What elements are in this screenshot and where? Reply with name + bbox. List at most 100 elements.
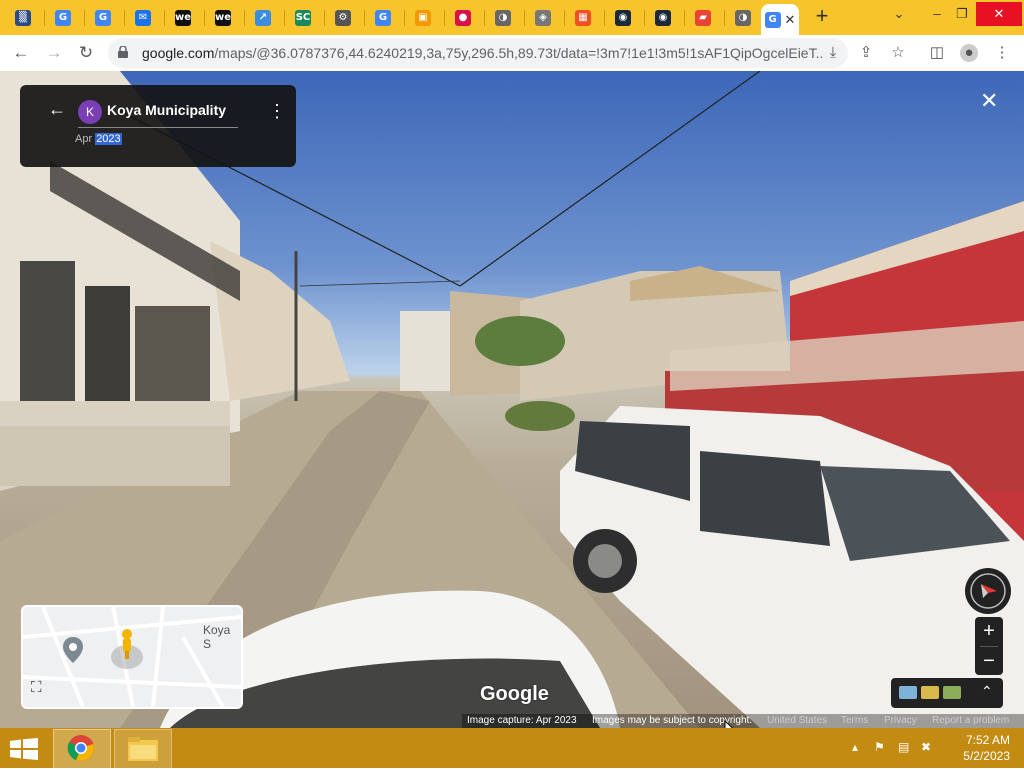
report-problem-link[interactable]: Report a problem [932,715,1009,726]
browser-tab[interactable]: ↗ [246,4,280,31]
browser-tab[interactable]: ◑ [726,4,760,31]
browser-tab[interactable]: ◑ [486,4,520,31]
clock-date: 5/2/2023 [963,749,1010,763]
imagery-thumbnails[interactable]: ⌃ [891,678,1003,708]
zoom-in-button[interactable]: + [975,617,1003,645]
privacy-link[interactable]: Privacy [884,715,917,726]
active-tab[interactable]: G ✕ [761,4,799,35]
map-tab-icon: ▣ [415,9,431,26]
street-view-panorama[interactable]: ← K Koya Municipality Apr 2023 ⋮ ✕ Koya … [0,71,1024,728]
tab-separator [84,10,85,26]
browser-tab[interactable]: ◉ [646,4,680,31]
tab-separator [444,10,445,26]
close-streetview-button[interactable]: ✕ [980,90,998,112]
network-icon[interactable]: ▤ [898,740,909,754]
tab-separator [284,10,285,26]
attribution-bar: Image capture: Apr 2023 Images may be su… [462,714,1024,728]
bookmark-star-icon[interactable]: ☆ [889,44,907,62]
url-text[interactable]: google.com/maps/@36.0787376,44.6240219,3… [142,45,822,61]
clock-time: 7:52 AM [965,733,1010,747]
system-clock[interactable]: 7:52 AM 5/2/2023 [940,732,1010,764]
tab-separator [204,10,205,26]
browser-tab[interactable]: G [86,4,120,31]
terms-link[interactable]: Terms [841,715,868,726]
forward-button[interactable]: → [43,43,65,63]
tab-separator [364,10,365,26]
browser-tab[interactable]: ▦ [566,4,600,31]
close-window-button[interactable]: ✕ [976,2,1022,26]
capture-date-selector[interactable]: Apr 2023 [75,133,122,145]
steam-icon: ◉ [655,9,671,26]
address-bar[interactable]: google.com/maps/@36.0787376,44.6240219,3… [108,38,848,68]
download-icon[interactable]: ⤓ [824,44,842,62]
browser-tab[interactable]: ▒ [6,4,40,31]
minimap[interactable]: Koya S ⛶ [21,605,243,709]
browser-tab[interactable]: ● [446,4,480,31]
profile-avatar[interactable]: ● [960,44,978,62]
location-title[interactable]: Koya Municipality [107,102,226,118]
we-icon: we [215,9,231,26]
browser-tab-strip: ▒ G G ✉ we we ↗ SC ⚙ G ▣ ● ◑ ◈ ▦ ◉ ◉ ▰ ◑ G ✕ + ⌄ – ❐ ✕ [0,0,1024,35]
show-hidden-icons[interactable]: ▴ [852,740,858,754]
restore-button[interactable]: ❐ [947,2,977,26]
google-logo: Google [480,683,549,705]
browser-toolbar: ← → ↻ google.com/maps/@36.0787376,44.624… [0,35,1024,72]
tab-search-button[interactable]: ⌄ [884,2,914,26]
country-link[interactable]: United States [767,715,827,726]
windows-start-icon[interactable] [10,738,38,760]
taskbar: ▴ ⚑ ▤ ✖ 7:52 AM 5/2/2023 [0,728,1024,769]
pegman-icon[interactable] [120,629,134,659]
chrome-menu-icon[interactable]: ⋮ [993,44,1011,62]
chrome-taskbar-button[interactable] [53,729,111,769]
tab-separator [244,10,245,26]
qr-icon: ▒ [15,9,31,26]
volume-muted-icon[interactable]: ✖ [921,740,931,754]
browser-tab[interactable]: we [206,4,240,31]
browser-tab[interactable]: ◈ [526,4,560,31]
more-options-icon[interactable]: ⋮ [268,101,286,122]
url-host: google.com [142,45,215,61]
sidepanel-icon[interactable]: ◫ [928,44,946,62]
browser-tab[interactable]: ▣ [406,4,440,31]
browser-tab[interactable]: ✉ [126,4,160,31]
lock-icon [118,46,128,58]
chevron-up-icon[interactable]: ⌃ [981,683,993,700]
globe-icon: ◑ [735,9,751,26]
back-button[interactable]: ← [10,43,32,63]
mouse-cursor-icon [724,720,734,728]
back-arrow-icon[interactable]: ← [48,99,66,120]
file-explorer-taskbar-button[interactable] [114,729,172,769]
browser-tab[interactable]: ▰ [686,4,720,31]
expand-map-icon[interactable]: ⛶ [31,679,42,696]
flag-icon[interactable]: ⚑ [874,740,885,754]
grass-thumbnail[interactable] [943,686,961,699]
contributor-avatar[interactable]: K [78,100,102,124]
shield-icon: ◈ [535,9,551,26]
map-pin-icon [63,637,83,663]
browser-tab[interactable]: ⚙ [326,4,360,31]
compass-button[interactable] [965,568,1011,614]
zoom-control: + − [975,617,1003,675]
browser-tab[interactable]: G [366,4,400,31]
sand-thumbnail[interactable] [921,686,939,699]
sky-thumbnail[interactable] [899,686,917,699]
steam-icon: ◉ [615,9,631,26]
share-icon[interactable]: ⇪ [857,44,875,62]
title-underline [78,127,238,128]
tab-separator [124,10,125,26]
tab-separator [404,10,405,26]
browser-tab[interactable]: SC [286,4,320,31]
browser-tab[interactable]: we [166,4,200,31]
tab-separator [324,10,325,26]
tab-separator [724,10,725,26]
google-icon: G [95,9,111,26]
close-tab-icon[interactable]: ✕ [785,12,796,28]
chart-icon: ↗ [255,9,271,26]
zoom-out-button[interactable]: − [975,647,1003,675]
tab-separator [644,10,645,26]
browser-tab[interactable]: ◉ [606,4,640,31]
new-tab-button[interactable]: + [811,5,833,28]
browser-tab[interactable]: G [46,4,80,31]
reload-button[interactable]: ↻ [75,43,97,63]
tab-separator [564,10,565,26]
